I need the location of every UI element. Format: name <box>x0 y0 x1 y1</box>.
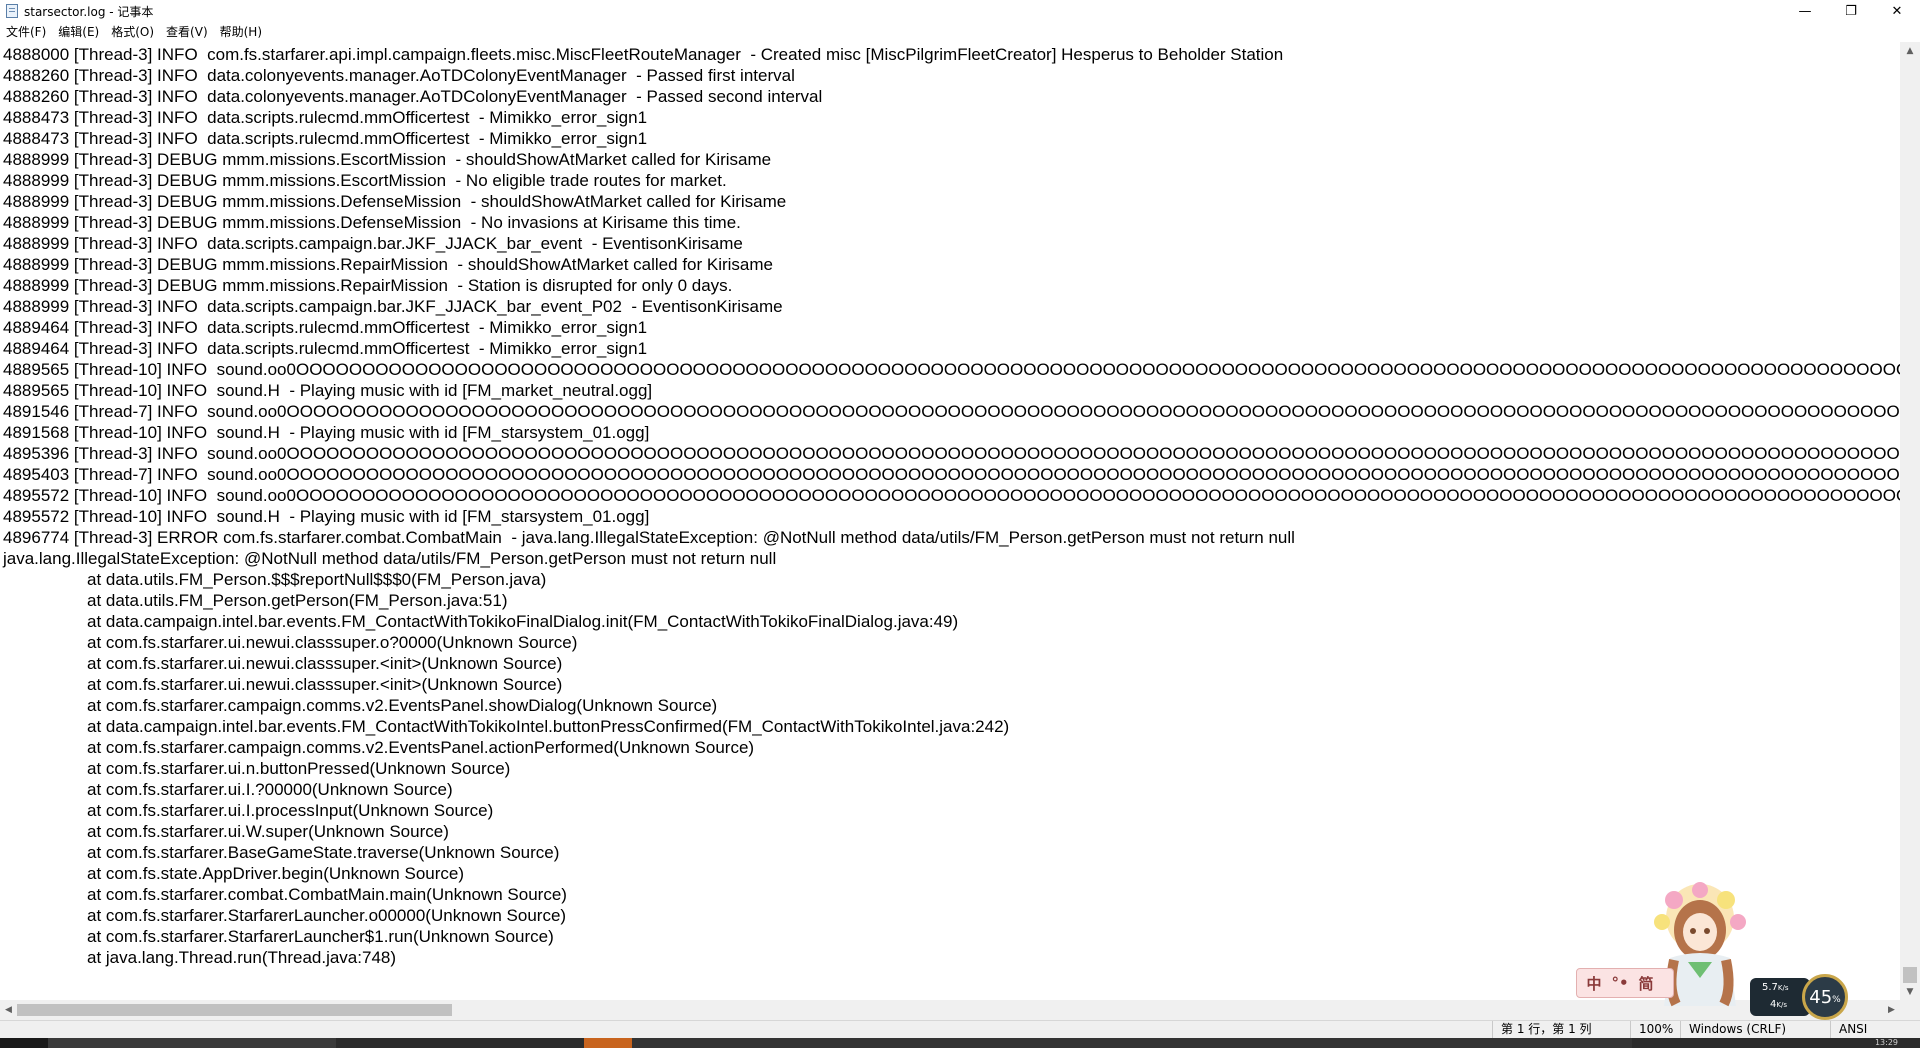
scroll-right-arrow-icon[interactable]: ▶ <box>1883 1000 1900 1020</box>
vertical-scroll-thumb[interactable] <box>1903 967 1917 983</box>
menu-bar: 文件(F) 编辑(E) 格式(O) 查看(V) 帮助(H) <box>0 22 1920 42</box>
log-line: 4888999 [Thread-3] DEBUG mmm.missions.De… <box>3 192 787 211</box>
log-line: 4895403 [Thread-7] INFO sound.oo0OOOOOOO… <box>3 465 1900 484</box>
log-line: 4888473 [Thread-3] INFO data.scripts.rul… <box>3 129 648 148</box>
system-monitor-widget[interactable]: 5.7K/s 4K/s 45% <box>1750 974 1858 1020</box>
log-line: 4889565 [Thread-10] INFO sound.H - Playi… <box>3 381 653 400</box>
horizontal-scrollbar[interactable]: ◀ ▶ <box>0 1000 1900 1020</box>
restore-icon: ❐ <box>1845 3 1857 19</box>
log-line: at data.utils.FM_Person.getPerson(FM_Per… <box>87 591 508 610</box>
log-text: 4888000 [Thread-3] INFO com.fs.starfarer… <box>3 44 1900 968</box>
close-button[interactable]: ✕ <box>1874 0 1920 22</box>
log-line: at com.fs.starfarer.ui.newui.classsuper.… <box>87 654 563 673</box>
log-line: at com.fs.starfarer.combat.CombatMain.ma… <box>87 885 567 904</box>
ime-toolbar[interactable]: 中 °• 简 <box>1576 968 1674 998</box>
status-zoom: 100% <box>1630 1021 1673 1038</box>
horizontal-scroll-thumb[interactable] <box>17 1004 452 1016</box>
scrollbar-corner <box>1900 1000 1920 1020</box>
upload-unit: K/s <box>1777 984 1789 992</box>
status-encoding: ANSI <box>1830 1021 1867 1038</box>
log-line: 4895396 [Thread-3] INFO sound.oo0OOOOOOO… <box>3 444 1900 463</box>
log-line: 4895572 [Thread-10] INFO sound.oo0OOOOOO… <box>3 486 1900 505</box>
log-line: at com.fs.state.AppDriver.begin(Unknown … <box>87 864 465 883</box>
log-line: at com.fs.starfarer.campaign.comms.v2.Ev… <box>87 738 755 757</box>
memory-usage-value: 45 <box>1809 986 1833 1008</box>
status-cursor-position: 第 1 行，第 1 列 <box>1492 1021 1592 1038</box>
window-controls: — ❐ ✕ <box>1782 0 1920 22</box>
scroll-left-arrow-icon[interactable]: ◀ <box>0 1000 17 1020</box>
menu-format[interactable]: 格式(O) <box>105 22 160 42</box>
log-line: 4888999 [Thread-3] DEBUG mmm.missions.Es… <box>3 150 772 169</box>
scroll-up-arrow-icon[interactable]: ▲ <box>1900 42 1920 59</box>
log-line: at com.fs.starfarer.BaseGameState.traver… <box>87 843 560 862</box>
status-line-ending: Windows (CRLF) <box>1680 1021 1786 1038</box>
log-line: at com.fs.starfarer.ui.I.processInput(Un… <box>87 801 494 820</box>
log-line: 4888260 [Thread-3] INFO data.colonyevent… <box>3 87 823 106</box>
log-line: 4888999 [Thread-3] INFO data.scripts.cam… <box>3 234 743 253</box>
restore-button[interactable]: ❐ <box>1828 0 1874 22</box>
minimize-button[interactable]: — <box>1782 0 1828 22</box>
search-box[interactable] <box>48 1038 336 1048</box>
log-line: 4888260 [Thread-3] INFO data.colonyevent… <box>3 66 795 85</box>
taskbar-active-app[interactable] <box>584 1038 632 1048</box>
minimize-icon: — <box>1798 3 1812 19</box>
network-speed-panel: 5.7K/s 4K/s <box>1750 978 1810 1016</box>
log-line: 4889464 [Thread-3] INFO data.scripts.rul… <box>3 339 648 358</box>
log-line: at com.fs.starfarer.ui.W.super(Unknown S… <box>87 822 449 841</box>
scroll-down-arrow-icon[interactable]: ▼ <box>1900 983 1920 1000</box>
start-button[interactable] <box>0 1038 48 1048</box>
log-line: at com.fs.starfarer.StarfarerLauncher.o0… <box>87 906 567 925</box>
ime-punctuation-mode[interactable]: °• <box>1609 974 1631 992</box>
text-editor[interactable]: 4888000 [Thread-3] INFO com.fs.starfarer… <box>0 42 1900 1000</box>
log-line: 4889565 [Thread-10] INFO sound.oo0OOOOOO… <box>3 360 1900 379</box>
log-line: java.lang.IllegalStateException: @NotNul… <box>3 549 777 568</box>
memory-usage-unit: % <box>1832 995 1841 1005</box>
window-title: starsector.log - 记事本 <box>24 4 154 19</box>
taskbar-clock[interactable]: 13:29 <box>1875 1038 1898 1048</box>
log-line: at com.fs.starfarer.ui.newui.classsuper.… <box>87 675 563 694</box>
log-line: at data.utils.FM_Person.$$$reportNull$$$… <box>87 570 547 589</box>
notepad-app-icon <box>6 4 18 18</box>
close-icon: ✕ <box>1891 3 1903 19</box>
memory-usage-gauge[interactable]: 45% <box>1802 974 1848 1020</box>
log-line: 4888000 [Thread-3] INFO com.fs.starfarer… <box>3 45 1284 64</box>
vertical-scrollbar[interactable]: ▲ ▼ <box>1900 42 1920 1000</box>
log-line: at java.lang.Thread.run(Thread.java:748) <box>87 948 397 967</box>
log-line: at data.campaign.intel.bar.events.FM_Con… <box>87 717 1010 736</box>
upload-speed: 5.7 <box>1762 982 1778 993</box>
log-line: 4896774 [Thread-3] ERROR com.fs.starfare… <box>3 528 1295 547</box>
log-line: at com.fs.starfarer.campaign.comms.v2.Ev… <box>87 696 718 715</box>
log-line: 4888999 [Thread-3] DEBUG mmm.missions.Es… <box>3 171 727 190</box>
log-line: 4888999 [Thread-3] DEBUG mmm.missions.Re… <box>3 255 774 274</box>
log-line: 4895572 [Thread-10] INFO sound.H - Playi… <box>3 507 650 526</box>
ime-simplified-mode[interactable]: 简 <box>1635 973 1657 994</box>
menu-view[interactable]: 查看(V) <box>160 22 214 42</box>
title-bar[interactable]: starsector.log - 记事本 — ❐ ✕ <box>0 0 1920 22</box>
log-line: at data.campaign.intel.bar.events.FM_Con… <box>87 612 959 631</box>
download-unit: K/s <box>1776 1001 1787 1009</box>
log-line: 4891568 [Thread-10] INFO sound.H - Playi… <box>3 423 650 442</box>
taskbar-apps[interactable] <box>632 1038 1632 1048</box>
log-line: 4889464 [Thread-3] INFO data.scripts.rul… <box>3 318 648 337</box>
log-line: at com.fs.starfarer.ui.I.?00000(Unknown … <box>87 780 453 799</box>
log-line: 4888473 [Thread-3] INFO data.scripts.rul… <box>3 108 648 127</box>
log-line: at com.fs.starfarer.ui.n.buttonPressed(U… <box>87 759 511 778</box>
log-line: 4888999 [Thread-3] INFO data.scripts.cam… <box>3 297 783 316</box>
log-line: 4888999 [Thread-3] DEBUG mmm.missions.De… <box>3 213 741 232</box>
menu-help[interactable]: 帮助(H) <box>214 22 268 42</box>
log-line: at com.fs.starfarer.ui.newui.classsuper.… <box>87 633 578 652</box>
log-line: 4888999 [Thread-3] DEBUG mmm.missions.Re… <box>3 276 733 295</box>
taskbar: 13:29 <box>0 1038 1920 1048</box>
log-line: at com.fs.starfarer.StarfarerLauncher$1.… <box>87 927 554 946</box>
menu-edit[interactable]: 编辑(E) <box>52 22 105 42</box>
status-bar: 第 1 行，第 1 列 100% Windows (CRLF) ANSI <box>0 1020 1920 1038</box>
log-line: 4891546 [Thread-7] INFO sound.oo0OOOOOOO… <box>3 402 1900 421</box>
ime-chinese-mode[interactable]: 中 <box>1583 973 1605 994</box>
menu-file[interactable]: 文件(F) <box>0 22 52 42</box>
